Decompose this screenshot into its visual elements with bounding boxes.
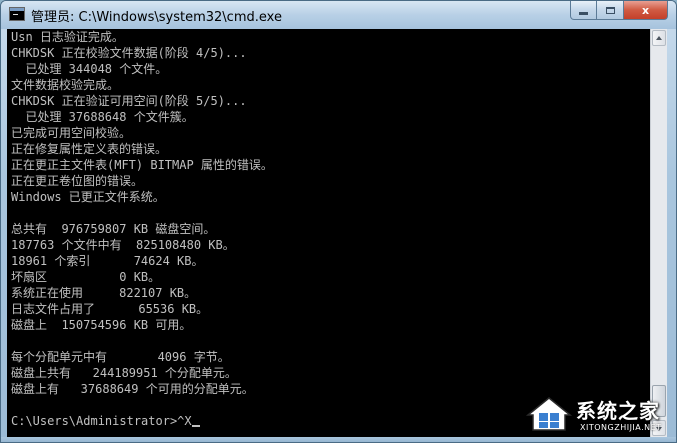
console-line: 正在更正卷位图的错误。 [11, 174, 144, 188]
console-line: 已完成可用空间校验。 [11, 126, 132, 140]
command-prompt-line[interactable]: C:\Users\Administrator>^X [11, 413, 200, 429]
console-line: 18961 个索引 74624 KB。 [11, 254, 204, 268]
console-line: CHKDSK 正在校验文件数据(阶段 4/5)... [11, 46, 247, 60]
console-line: 磁盘上 150754596 KB 可用。 [11, 318, 192, 332]
watermark-text: 系统之家 [576, 399, 660, 423]
console-line: CHKDSK 正在验证可用空间(阶段 5/5)... [11, 94, 247, 108]
console-line: 系统正在使用 822107 KB。 [11, 286, 197, 300]
console-line: Usn 日志验证完成。 [11, 30, 124, 44]
window-title: 管理员: C:\Windows\system32\cmd.exe [31, 10, 282, 25]
console-line: 总共有 976759807 KB 磁盘空间。 [11, 222, 216, 236]
prompt-text: C:\Users\Administrator>^X [11, 414, 192, 428]
text-cursor [191, 425, 200, 427]
console-line: 文件数据校验完成。 [11, 78, 120, 92]
console-line: 正在修复属性定义表的错误。 [11, 142, 168, 156]
console-line: 正在更正主文件表(MFT) BITMAP 属性的错误。 [11, 158, 273, 172]
console-line: 磁盘上有 37688649 个可用的分配单元。 [11, 382, 254, 396]
watermark-url: XITONGZHIJIA.NET [580, 423, 662, 432]
window-controls: x [570, 1, 668, 21]
console-line: 每个分配单元中有 4096 字节。 [11, 350, 230, 364]
console-line: Windows 已更正文件系统。 [11, 190, 165, 204]
minimize-button[interactable] [570, 1, 597, 20]
house-logo-icon [525, 397, 573, 431]
console-line: 坏扇区 0 KB。 [11, 270, 161, 284]
console-line: 187763 个文件中有 825108480 KB。 [11, 238, 235, 252]
console-line: 日志文件占用了 65536 KB。 [11, 302, 209, 316]
vertical-scrollbar[interactable] [650, 29, 667, 437]
maximize-icon [605, 6, 615, 14]
close-icon: x [641, 3, 650, 17]
watermark: 系统之家 XITONGZHIJIA.NET [524, 389, 672, 441]
console-line: 已处理 37688648 个文件簇。 [11, 110, 194, 124]
minimize-icon [579, 11, 588, 15]
arrow-up-icon [656, 36, 662, 40]
cmd-icon[interactable] [9, 7, 25, 21]
close-button[interactable]: x [624, 1, 668, 20]
title-bar[interactable]: 管理员: C:\Windows\system32\cmd.exe x [1, 1, 676, 29]
console-line: 磁盘上共有 244189951 个分配单元。 [11, 366, 237, 380]
scroll-up-button[interactable] [652, 30, 666, 46]
maximize-button[interactable] [597, 1, 624, 20]
console-window: 管理员: C:\Windows\system32\cmd.exe x Usn 日… [0, 0, 677, 443]
console-line: 已处理 344048 个文件。 [11, 62, 168, 76]
console-output[interactable]: Usn 日志验证完成。 CHKDSK 正在校验文件数据(阶段 4/5)... 已… [7, 29, 650, 437]
